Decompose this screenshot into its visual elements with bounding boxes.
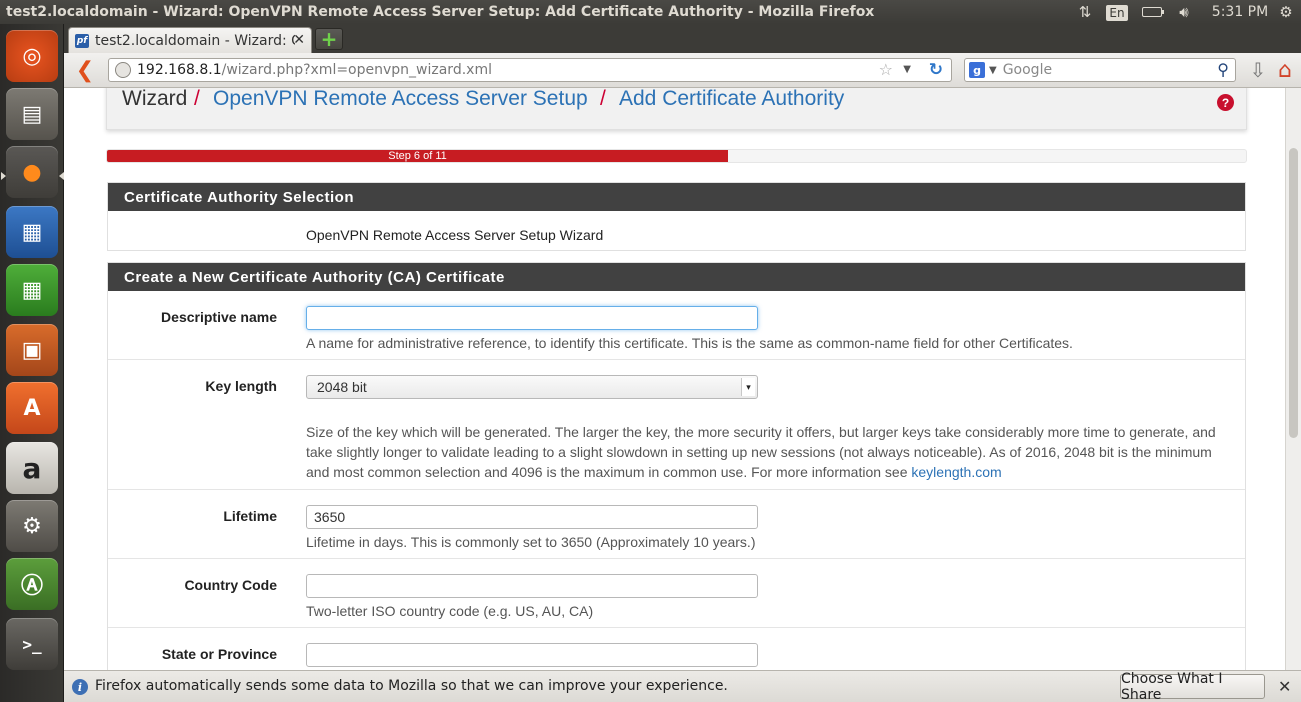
reload-icon[interactable]: ↻ bbox=[929, 60, 943, 80]
progress-label: Step 6 of 11 bbox=[388, 150, 447, 162]
state-label: State or Province bbox=[161, 646, 277, 662]
terminal-icon[interactable]: >_ bbox=[6, 618, 58, 670]
select-dropdown-icon[interactable]: ▾ bbox=[741, 378, 755, 396]
network-arrows-icon[interactable]: ⇅ bbox=[1074, 3, 1096, 21]
search-bar[interactable]: g ▼ Google ⚲ bbox=[964, 58, 1236, 82]
descriptive-name-help: A name for administrative reference, to … bbox=[306, 335, 1073, 351]
state-input[interactable] bbox=[306, 643, 758, 667]
url-bar[interactable]: 192.168.8.1/wizard.php?xml=openvpn_wizar… bbox=[108, 58, 952, 82]
key-length-selected: 2048 bit bbox=[317, 379, 367, 395]
breadcrumb-current-link[interactable]: Add Certificate Authority bbox=[619, 88, 844, 111]
settings-glyph: ⚙ bbox=[22, 513, 42, 539]
tab-bar: pf test2.localdomain - Wizard: O... ✕ + bbox=[64, 24, 1301, 53]
download-arrow-icon[interactable]: ⇩ bbox=[1247, 58, 1269, 82]
breadcrumb-separator: / bbox=[600, 88, 606, 110]
key-length-label: Key length bbox=[205, 378, 277, 394]
back-arrow-icon[interactable]: ❮ bbox=[74, 58, 96, 83]
form-row-lifetime: Lifetime Lifetime in days. This is commo… bbox=[108, 490, 1245, 559]
form-row-descriptive-name: Descriptive name A name for administrati… bbox=[108, 291, 1245, 360]
descriptive-name-label: Descriptive name bbox=[161, 309, 277, 325]
google-engine-icon[interactable]: g bbox=[969, 62, 985, 78]
choose-what-i-share-button[interactable]: Choose What I Share bbox=[1120, 671, 1265, 702]
battery-icon[interactable] bbox=[1140, 3, 1164, 21]
volume-icon[interactable]: 🔊︎ bbox=[1172, 3, 1196, 21]
impress-presentation-icon[interactable]: ▣ bbox=[6, 324, 58, 376]
file-cabinet-glyph: ▤ bbox=[21, 101, 43, 127]
info-icon: i bbox=[72, 679, 88, 695]
keyboard-language-indicator[interactable]: En bbox=[1106, 5, 1128, 21]
firefox-window: pf test2.localdomain - Wizard: O... ✕ + … bbox=[64, 24, 1301, 702]
page-viewport: Wizard / OpenVPN Remote Access Server Se… bbox=[64, 88, 1285, 670]
lifetime-input[interactable] bbox=[306, 505, 758, 529]
amazon-icon[interactable]: a bbox=[6, 442, 58, 494]
new-tab-button[interactable]: + bbox=[315, 27, 343, 51]
panel-heading: Certificate Authority Selection bbox=[108, 183, 1245, 211]
amazon-glyph: a bbox=[22, 451, 42, 485]
key-length-help: Size of the key which will be generated.… bbox=[306, 422, 1236, 482]
url-history-dropdown-icon[interactable]: ▼ bbox=[903, 64, 911, 75]
magnifier-icon[interactable]: ⚲ bbox=[1217, 60, 1229, 79]
page-scrollbar[interactable] bbox=[1285, 88, 1301, 670]
globe-icon bbox=[115, 62, 131, 78]
descriptive-name-input[interactable] bbox=[306, 306, 758, 330]
pfsense-favicon-icon: pf bbox=[75, 33, 89, 48]
bookmark-star-icon[interactable]: ☆ bbox=[879, 60, 893, 79]
writer-document-icon[interactable]: ▦ bbox=[6, 206, 58, 258]
scrollbar-thumb[interactable] bbox=[1289, 148, 1298, 438]
tab-title: test2.localdomain - Wizard: O... bbox=[95, 32, 295, 49]
breadcrumb-root: Wizard bbox=[122, 88, 188, 110]
country-code-help: Two-letter ISO country code (e.g. US, AU… bbox=[306, 603, 594, 619]
firefox-glyph: ● bbox=[22, 159, 42, 185]
navigation-bar: ❮ 192.168.8.1/wizard.php?xml=openvpn_wiz… bbox=[64, 53, 1301, 88]
tab-close-icon[interactable]: ✕ bbox=[293, 32, 305, 48]
wrench-gear-icon[interactable]: ⚙ bbox=[6, 500, 58, 552]
notification-bar: i Firefox automatically sends some data … bbox=[64, 670, 1301, 702]
home-icon[interactable]: ⌂ bbox=[1272, 57, 1298, 83]
calc-glyph: ▦ bbox=[21, 277, 43, 303]
shopping-bag-icon[interactable]: A bbox=[6, 382, 58, 434]
breadcrumb: Wizard / OpenVPN Remote Access Server Se… bbox=[106, 88, 1247, 130]
ubuntu-logo-icon[interactable]: ◎ bbox=[6, 30, 58, 82]
search-placeholder: Google bbox=[1002, 62, 1053, 78]
tab-active[interactable]: pf test2.localdomain - Wizard: O... ✕ bbox=[68, 27, 312, 53]
updater-icon[interactable]: Ⓐ bbox=[6, 558, 58, 610]
top-panel: test2.localdomain - Wizard: OpenVPN Remo… bbox=[0, 0, 1301, 24]
terminal-glyph: >_ bbox=[22, 634, 42, 654]
url-path: /wizard.php?xml=openvpn_wizard.xml bbox=[221, 62, 492, 78]
form-row-country-code: Country Code Two-letter ISO country code… bbox=[108, 559, 1245, 628]
ubuntu-circle-glyph: ◎ bbox=[22, 43, 42, 69]
window-title: test2.localdomain - Wizard: OpenVPN Remo… bbox=[6, 4, 875, 20]
form-row-state: State or Province bbox=[108, 628, 1245, 670]
clock[interactable]: 5:31 PM bbox=[1210, 3, 1270, 21]
search-engine-dropdown-icon[interactable]: ▼ bbox=[989, 65, 997, 76]
new-ca-panel: Create a New Certificate Authority (CA) … bbox=[107, 262, 1246, 670]
wizard-progress-bar: Step 6 of 11 bbox=[106, 149, 1247, 163]
key-length-select[interactable]: 2048 bit ▾ bbox=[306, 375, 758, 399]
panel-heading: Create a New Certificate Authority (CA) … bbox=[108, 263, 1245, 291]
form-row-key-length: Key length 2048 bit ▾ Size of the key wh… bbox=[108, 360, 1245, 490]
ca-selection-panel: Certificate Authority Selection OpenVPN … bbox=[107, 182, 1246, 251]
updater-glyph: Ⓐ bbox=[20, 574, 43, 599]
lifetime-label: Lifetime bbox=[223, 508, 277, 524]
notification-text: Firefox automatically sends some data to… bbox=[95, 678, 728, 694]
country-code-input[interactable] bbox=[306, 574, 758, 598]
impress-glyph: ▣ bbox=[21, 337, 43, 363]
keylength-link[interactable]: keylength.com bbox=[911, 464, 1001, 480]
breadcrumb-separator: / bbox=[194, 88, 200, 110]
gear-icon[interactable]: ⚙ bbox=[1276, 3, 1296, 21]
software-center-glyph: A bbox=[23, 395, 41, 421]
calc-spreadsheet-icon[interactable]: ▦ bbox=[6, 264, 58, 316]
launcher: ◎ ▤ ● ▦ ▦ ▣ A a ⚙ Ⓐ >_ bbox=[0, 24, 64, 702]
firefox-icon[interactable]: ● bbox=[6, 146, 58, 198]
url-host: 192.168.8.1 bbox=[137, 62, 222, 78]
help-question-icon[interactable]: ? bbox=[1217, 94, 1234, 111]
file-cabinet-icon[interactable]: ▤ bbox=[6, 88, 58, 140]
lifetime-help: Lifetime in days. This is commonly set t… bbox=[306, 534, 756, 550]
close-icon[interactable]: ✕ bbox=[1278, 677, 1291, 696]
wizard-name-text: OpenVPN Remote Access Server Setup Wizar… bbox=[306, 227, 604, 243]
breadcrumb-section-link[interactable]: OpenVPN Remote Access Server Setup bbox=[213, 88, 588, 111]
country-code-label: Country Code bbox=[184, 577, 277, 593]
key-length-help-text: Size of the key which will be generated.… bbox=[306, 424, 1216, 480]
writer-glyph: ▦ bbox=[21, 219, 43, 245]
